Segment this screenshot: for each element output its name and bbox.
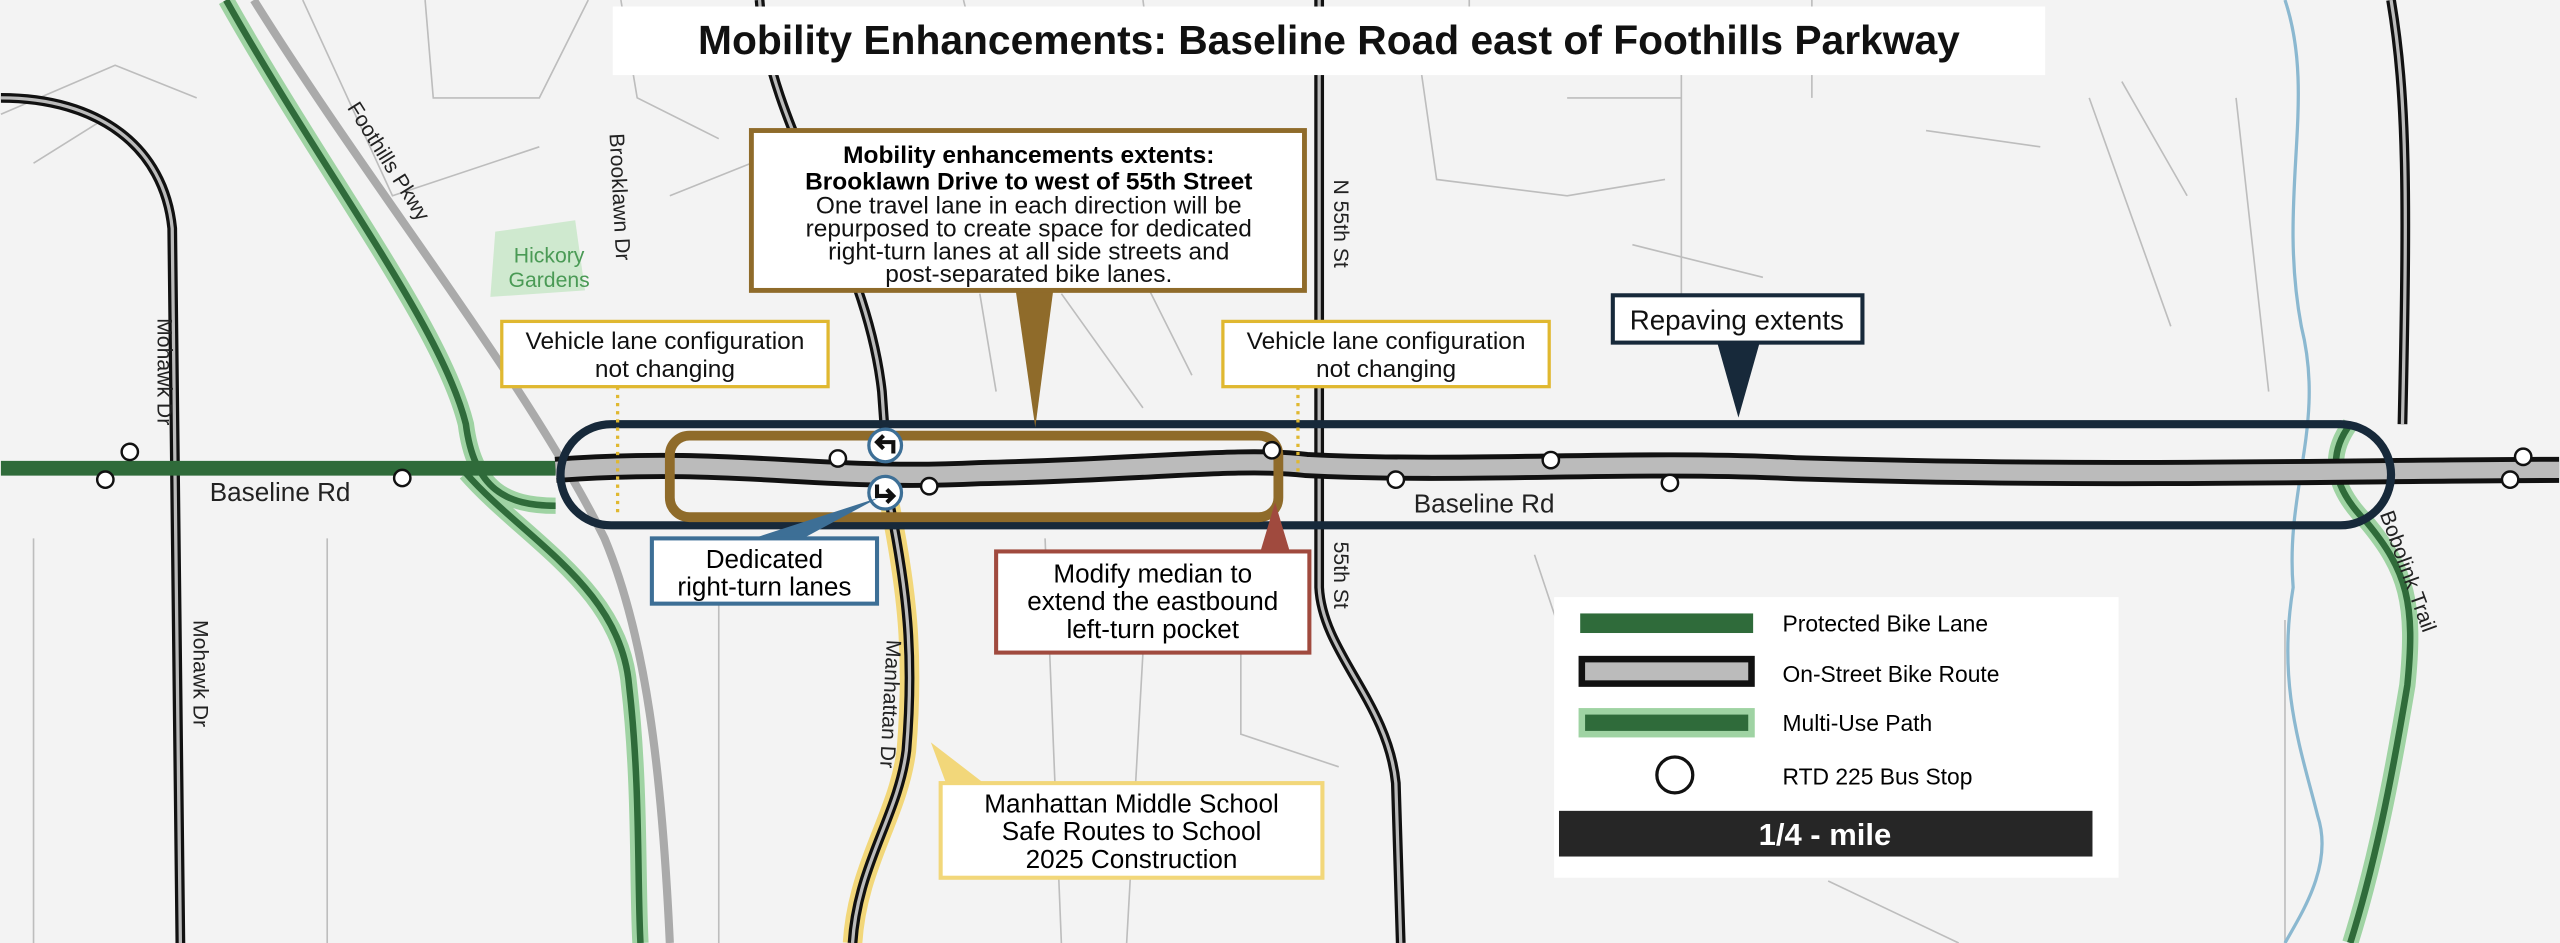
right-turn-1: Dedicated <box>706 544 824 574</box>
label-mohawk-dr-south: Mohawk Dr <box>188 620 211 727</box>
legend: Protected Bike Lane On-Street Bike Route… <box>1554 597 2119 878</box>
bus-stop[interactable] <box>2500 470 2520 490</box>
bus-stop[interactable] <box>919 476 939 496</box>
bus-stop[interactable] <box>392 468 412 488</box>
label-55th-st: 55th St <box>1329 542 1352 609</box>
legend-label-bus-stop: RTD 225 Bus Stop <box>1782 764 1972 790</box>
label-baseline-rd-west: Baseline Rd <box>210 477 351 507</box>
vehicle-east-1: Vehicle lane configuration <box>1247 328 1526 355</box>
right-turn-2: right-turn lanes <box>677 571 851 601</box>
scale-label: 1/4 - mile <box>1759 817 1892 852</box>
median-2: extend the eastbound <box>1027 586 1278 616</box>
vehicle-west-2: not changing <box>595 356 735 383</box>
bus-stop[interactable] <box>120 442 140 462</box>
label-n-55th-st: N 55th St <box>1329 179 1352 267</box>
bus-stop[interactable] <box>1386 470 1406 490</box>
vehicle-west-1: Vehicle lane configuration <box>525 328 804 355</box>
median-1: Modify median to <box>1053 558 1252 588</box>
protected-bike-lane-swatch <box>1580 613 1754 634</box>
school-3: 2025 Construction <box>1026 844 1238 874</box>
median-3: left-turn pocket <box>1066 614 1239 644</box>
label-hickory-gardens-1: Hickory <box>514 245 585 268</box>
mobility-heading-1: Mobility enhancements extents: <box>843 142 1214 169</box>
bus-stop[interactable] <box>828 449 848 468</box>
bus-stop[interactable] <box>1660 473 1680 493</box>
bus-stop[interactable] <box>1262 440 1282 460</box>
vehicle-east-2: not changing <box>1316 356 1456 383</box>
label-baseline-rd-east: Baseline Rd <box>1414 488 1555 518</box>
repaving-label: Repaving extents <box>1630 305 1844 336</box>
bus-stop[interactable] <box>2513 447 2533 467</box>
mobility-heading-2: Brooklawn Drive to west of 55th Street <box>805 168 1252 195</box>
left-turn-icon <box>867 427 904 464</box>
bus-stop-circle <box>1655 755 1695 795</box>
bus-stop[interactable] <box>1541 450 1561 470</box>
bus-stop[interactable] <box>95 470 115 490</box>
legend-label-multi-use: Multi-Use Path <box>1782 710 1932 736</box>
mobility-body-4: post-separated bike lanes. <box>885 261 1172 288</box>
map: Foothills Pkwy Brooklawn Dr N 55th St 55… <box>0 0 2560 943</box>
legend-label-on-street: On-Street Bike Route <box>1782 661 1999 687</box>
right-turn-icon <box>867 474 904 511</box>
label-hickory-gardens-2: Gardens <box>508 269 589 292</box>
label-mohawk-dr-north: Mohawk Dr <box>153 318 176 425</box>
legend-label-protected: Protected Bike Lane <box>1782 610 1988 636</box>
school-1: Manhattan Middle School <box>984 788 1278 818</box>
multi-use-path-swatch <box>1578 708 1755 738</box>
page-title: Mobility Enhancements: Baseline Road eas… <box>698 17 1960 63</box>
on-street-bike-route-swatch <box>1578 655 1755 687</box>
school-2: Safe Routes to School <box>1002 816 1262 846</box>
